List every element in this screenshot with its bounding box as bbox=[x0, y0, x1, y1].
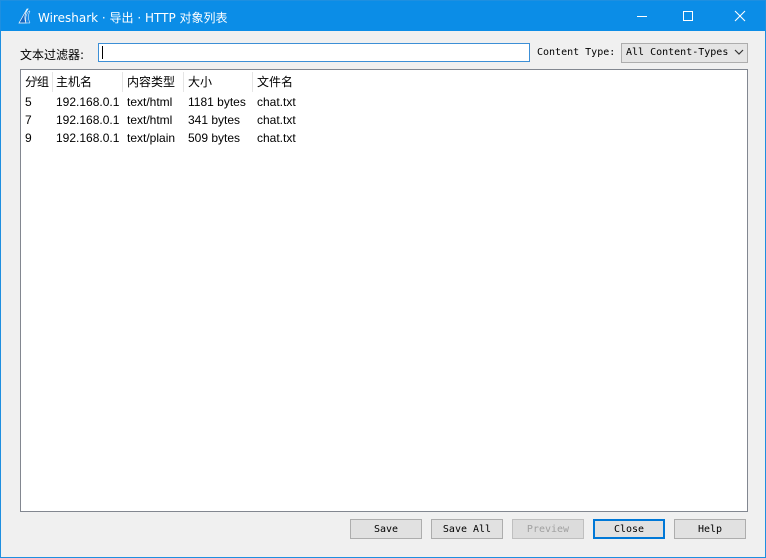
table-row[interactable]: 5 192.168.0.1 text/html 1181 bytes chat.… bbox=[21, 93, 747, 111]
save-all-button[interactable]: Save All bbox=[431, 519, 503, 539]
cell-size: 341 bytes bbox=[188, 113, 241, 127]
cell-size: 509 bytes bbox=[188, 131, 241, 145]
table-header: ▲ 分组 主机名 内容类型 大小 文件名 bbox=[21, 70, 747, 92]
window-title: Wireshark · 导出 · HTTP 对象列表 bbox=[38, 11, 228, 25]
help-button[interactable]: Help bbox=[674, 519, 746, 539]
cell-filename: chat.txt bbox=[257, 113, 296, 127]
sort-indicator-icon: ▲ bbox=[33, 74, 39, 82]
export-http-objects-dialog: Wireshark · 导出 · HTTP 对象列表 文本过滤器: Conten… bbox=[0, 0, 766, 558]
close-icon bbox=[734, 10, 746, 22]
content-type-select[interactable]: All Content-Types bbox=[621, 43, 748, 63]
preview-button[interactable]: Preview bbox=[512, 519, 584, 539]
text-filter-input[interactable] bbox=[98, 43, 530, 62]
text-caret bbox=[102, 46, 103, 59]
save-button[interactable]: Save bbox=[350, 519, 422, 539]
cell-packet: 9 bbox=[25, 131, 32, 145]
content-type-selected: All Content-Types bbox=[626, 47, 729, 58]
maximize-icon bbox=[683, 11, 693, 21]
cell-size: 1181 bytes bbox=[188, 95, 246, 109]
cell-hostname: 192.168.0.1 bbox=[56, 113, 120, 127]
close-button[interactable]: Close bbox=[593, 519, 665, 539]
cell-packet: 7 bbox=[25, 113, 32, 127]
cell-packet: 5 bbox=[25, 95, 32, 109]
wireshark-fin-icon bbox=[18, 8, 31, 24]
table-row[interactable]: 7 192.168.0.1 text/html 341 bytes chat.t… bbox=[21, 111, 747, 129]
cell-hostname: 192.168.0.1 bbox=[56, 131, 120, 145]
cell-hostname: 192.168.0.1 bbox=[56, 95, 120, 109]
title-bar[interactable]: Wireshark · 导出 · HTTP 对象列表 bbox=[1, 1, 765, 31]
cell-content-type: text/html bbox=[127, 113, 173, 127]
minimize-button[interactable] bbox=[619, 1, 665, 31]
cell-content-type: text/html bbox=[127, 95, 173, 109]
column-header-size[interactable]: 大小 bbox=[184, 72, 253, 92]
minimize-icon bbox=[637, 16, 647, 17]
cell-content-type: text/plain bbox=[127, 131, 176, 145]
chevron-down-icon bbox=[734, 49, 744, 55]
column-header-hostname[interactable]: 主机名 bbox=[52, 72, 123, 92]
text-filter-label: 文本过滤器: bbox=[20, 48, 85, 62]
maximize-button[interactable] bbox=[665, 1, 711, 31]
close-window-button[interactable] bbox=[717, 1, 763, 31]
column-header-content-type[interactable]: 内容类型 bbox=[123, 72, 184, 92]
objects-table[interactable]: ▲ 分组 主机名 内容类型 大小 文件名 5 192.168.0.1 text/… bbox=[20, 69, 748, 512]
content-type-label: Content Type: bbox=[537, 47, 616, 58]
cell-filename: chat.txt bbox=[257, 131, 296, 145]
table-row[interactable]: 9 192.168.0.1 text/plain 509 bytes chat.… bbox=[21, 129, 747, 147]
column-header-packet[interactable]: ▲ 分组 bbox=[21, 72, 53, 92]
cell-filename: chat.txt bbox=[257, 95, 296, 109]
column-header-filename[interactable]: 文件名 bbox=[253, 72, 319, 92]
